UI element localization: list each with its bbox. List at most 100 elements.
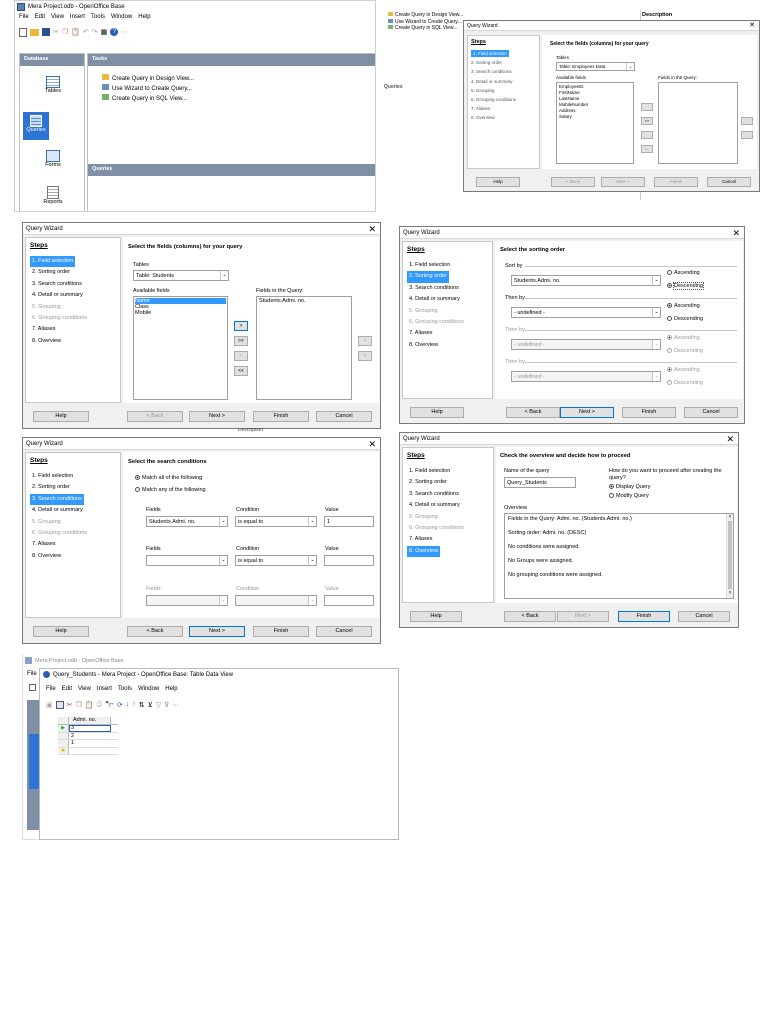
paste-icon[interactable]: 📋 [85, 701, 94, 709]
fields-in-query-list[interactable] [658, 82, 738, 164]
sort-ascending-icon[interactable]: ↓ [126, 701, 130, 708]
step-8[interactable]: 8. Overview [471, 113, 536, 122]
sidebar-item-reports[interactable]: Reports [20, 186, 86, 205]
sort3-ascending[interactable]: Ascending [667, 335, 700, 342]
step-6[interactable]: 6. Grouping conditions [471, 95, 536, 104]
sort-by-combo[interactable]: Students.Admi. no. ⌄ [511, 275, 661, 286]
help-button[interactable]: Help [410, 407, 464, 418]
step-1[interactable]: 1. Field selection [30, 256, 116, 268]
step-1[interactable]: 1. Field selection [407, 466, 489, 477]
step-2[interactable]: 2. Sorting order [407, 477, 489, 488]
table-row[interactable]: ▶ 3 [58, 725, 118, 733]
menu-insert[interactable]: Insert [70, 14, 85, 20]
scroll-thumb[interactable] [728, 521, 732, 589]
cell[interactable]: 2 [69, 733, 111, 740]
menu-file[interactable]: File [46, 686, 56, 692]
redo-icon[interactable]: ↷ [92, 28, 98, 36]
sort3-descending[interactable]: Descending [667, 348, 703, 355]
back-button[interactable]: < Back [127, 626, 183, 637]
step-4[interactable]: 4. Detail or summary [30, 290, 116, 301]
toolbar-more-icon[interactable]: ⋯ [172, 701, 179, 709]
overview-text[interactable]: Fields in the Query: Admi. no. (Students… [504, 513, 734, 599]
step-6[interactable]: 6. Grouping conditions [30, 528, 116, 539]
remove-all-button[interactable]: << [234, 366, 248, 376]
form-icon[interactable]: ▦ [101, 28, 108, 36]
step-5[interactable]: 5. Grouping [407, 512, 489, 523]
remove-filter-icon[interactable]: ⊽ [164, 701, 169, 709]
menu-tools[interactable]: Tools [91, 14, 105, 20]
tr-task-sql[interactable]: Create Query in SQL View... [388, 25, 463, 32]
menu-help[interactable]: Help [165, 686, 177, 692]
finish-button[interactable]: Finish [618, 611, 670, 622]
overview-scrollbar[interactable]: ˄ ˅ [726, 514, 733, 598]
copy-icon[interactable]: ❐ [76, 701, 82, 709]
task-design-view[interactable]: Create Query in Design View... [102, 74, 194, 84]
step-5[interactable]: 5. Grouping [30, 517, 116, 528]
step-2[interactable]: 2. Sorting order [407, 271, 488, 283]
query-name-input[interactable]: Query_Students [504, 477, 576, 488]
remove-all-button[interactable]: << [641, 145, 653, 153]
step-5[interactable]: 5. Grouping [30, 302, 116, 313]
condition-operator-3[interactable]: ⌄ [235, 595, 317, 606]
sort2-descending[interactable]: Descending [667, 316, 703, 323]
step-4[interactable]: 4. Detail or summary [407, 500, 489, 511]
modify-query-radio[interactable]: Modify Query [609, 493, 649, 500]
step-1[interactable]: 1. Field selection [30, 471, 116, 482]
step-6[interactable]: 6. Grouping conditions [30, 313, 116, 324]
step-1[interactable]: 1. Field selection [407, 260, 488, 271]
close-icon[interactable]: ✕ [368, 438, 376, 450]
menu-file[interactable]: File [19, 14, 29, 20]
step-7[interactable]: 7. Aliases [471, 104, 536, 113]
next-button[interactable]: Next > [557, 611, 609, 622]
menu-edit[interactable]: Edit [35, 14, 45, 20]
chevron-up-icon[interactable]: ˄ [727, 514, 733, 520]
table-row[interactable]: 2 [58, 732, 118, 740]
table-row[interactable]: 1 [58, 740, 118, 748]
cell[interactable]: 1 [69, 740, 111, 747]
step-8[interactable]: 8. Overview [30, 551, 116, 562]
sort2-ascending[interactable]: Ascending [667, 303, 700, 310]
move-down-button[interactable]: ˅ [358, 351, 372, 361]
cancel-button[interactable]: Cancel [678, 611, 730, 622]
step-3[interactable]: 3. Search conditions [30, 493, 116, 506]
condition-value-2[interactable] [324, 555, 374, 566]
table-row-new[interactable]: ✱ [58, 747, 118, 755]
step-6[interactable]: 6. Grouping conditions [407, 317, 488, 328]
print-icon[interactable]: ⎙ [97, 701, 103, 709]
condition-field-1[interactable]: Students.Admi. no. ⌄ [146, 516, 228, 527]
cell[interactable]: 3 [69, 725, 111, 732]
sidebar-item-tables[interactable]: Tables [20, 76, 86, 94]
sort4-descending[interactable]: Descending [667, 380, 703, 387]
match-all-radio[interactable]: Match all of the following [135, 475, 202, 482]
menu-tools[interactable]: Tools [118, 686, 132, 692]
display-query-radio[interactable]: Display Query [609, 484, 651, 491]
step-8[interactable]: 8. Overview [407, 545, 489, 558]
next-button[interactable]: Next > [560, 407, 614, 418]
step-3[interactable]: 3. Search conditions [407, 283, 488, 294]
add-field-button[interactable]: > [234, 321, 248, 331]
close-icon[interactable]: ✕ [726, 433, 734, 445]
condition-field-3[interactable]: ⌄ [146, 595, 228, 606]
help-button[interactable]: Help [33, 411, 89, 422]
next-button[interactable]: Next > [601, 177, 645, 187]
cancel-button[interactable]: Cancel [707, 177, 751, 187]
back-button[interactable]: < Back [127, 411, 183, 422]
then-by-combo-1[interactable]: - undefined - ⌄ [511, 307, 661, 318]
list-item[interactable]: Salary [559, 114, 631, 120]
step-8[interactable]: 8. Overview [407, 340, 488, 351]
sidebar-item-forms[interactable]: Forms [20, 150, 86, 168]
tables-combo[interactable]: Table: Employees Data ⌄ [556, 62, 635, 71]
menu-help[interactable]: Help [138, 14, 150, 20]
back-button[interactable]: < Back [504, 611, 556, 622]
next-button[interactable]: Next > [189, 411, 245, 422]
sort-icon[interactable]: ⇅ [139, 701, 145, 709]
back-button[interactable]: < Back [551, 177, 595, 187]
cancel-button[interactable]: Cancel [316, 411, 372, 422]
task-sql-view[interactable]: Create Query in SQL View... [102, 94, 194, 104]
step-4[interactable]: 4. Detail or summary [471, 77, 536, 86]
menu-view[interactable]: View [51, 14, 64, 20]
step-2[interactable]: 2. Sorting order [471, 58, 536, 67]
cut-icon[interactable]: ✂ [53, 28, 59, 36]
help-icon[interactable]: ? [110, 28, 119, 36]
help-button[interactable]: Help [476, 177, 520, 187]
